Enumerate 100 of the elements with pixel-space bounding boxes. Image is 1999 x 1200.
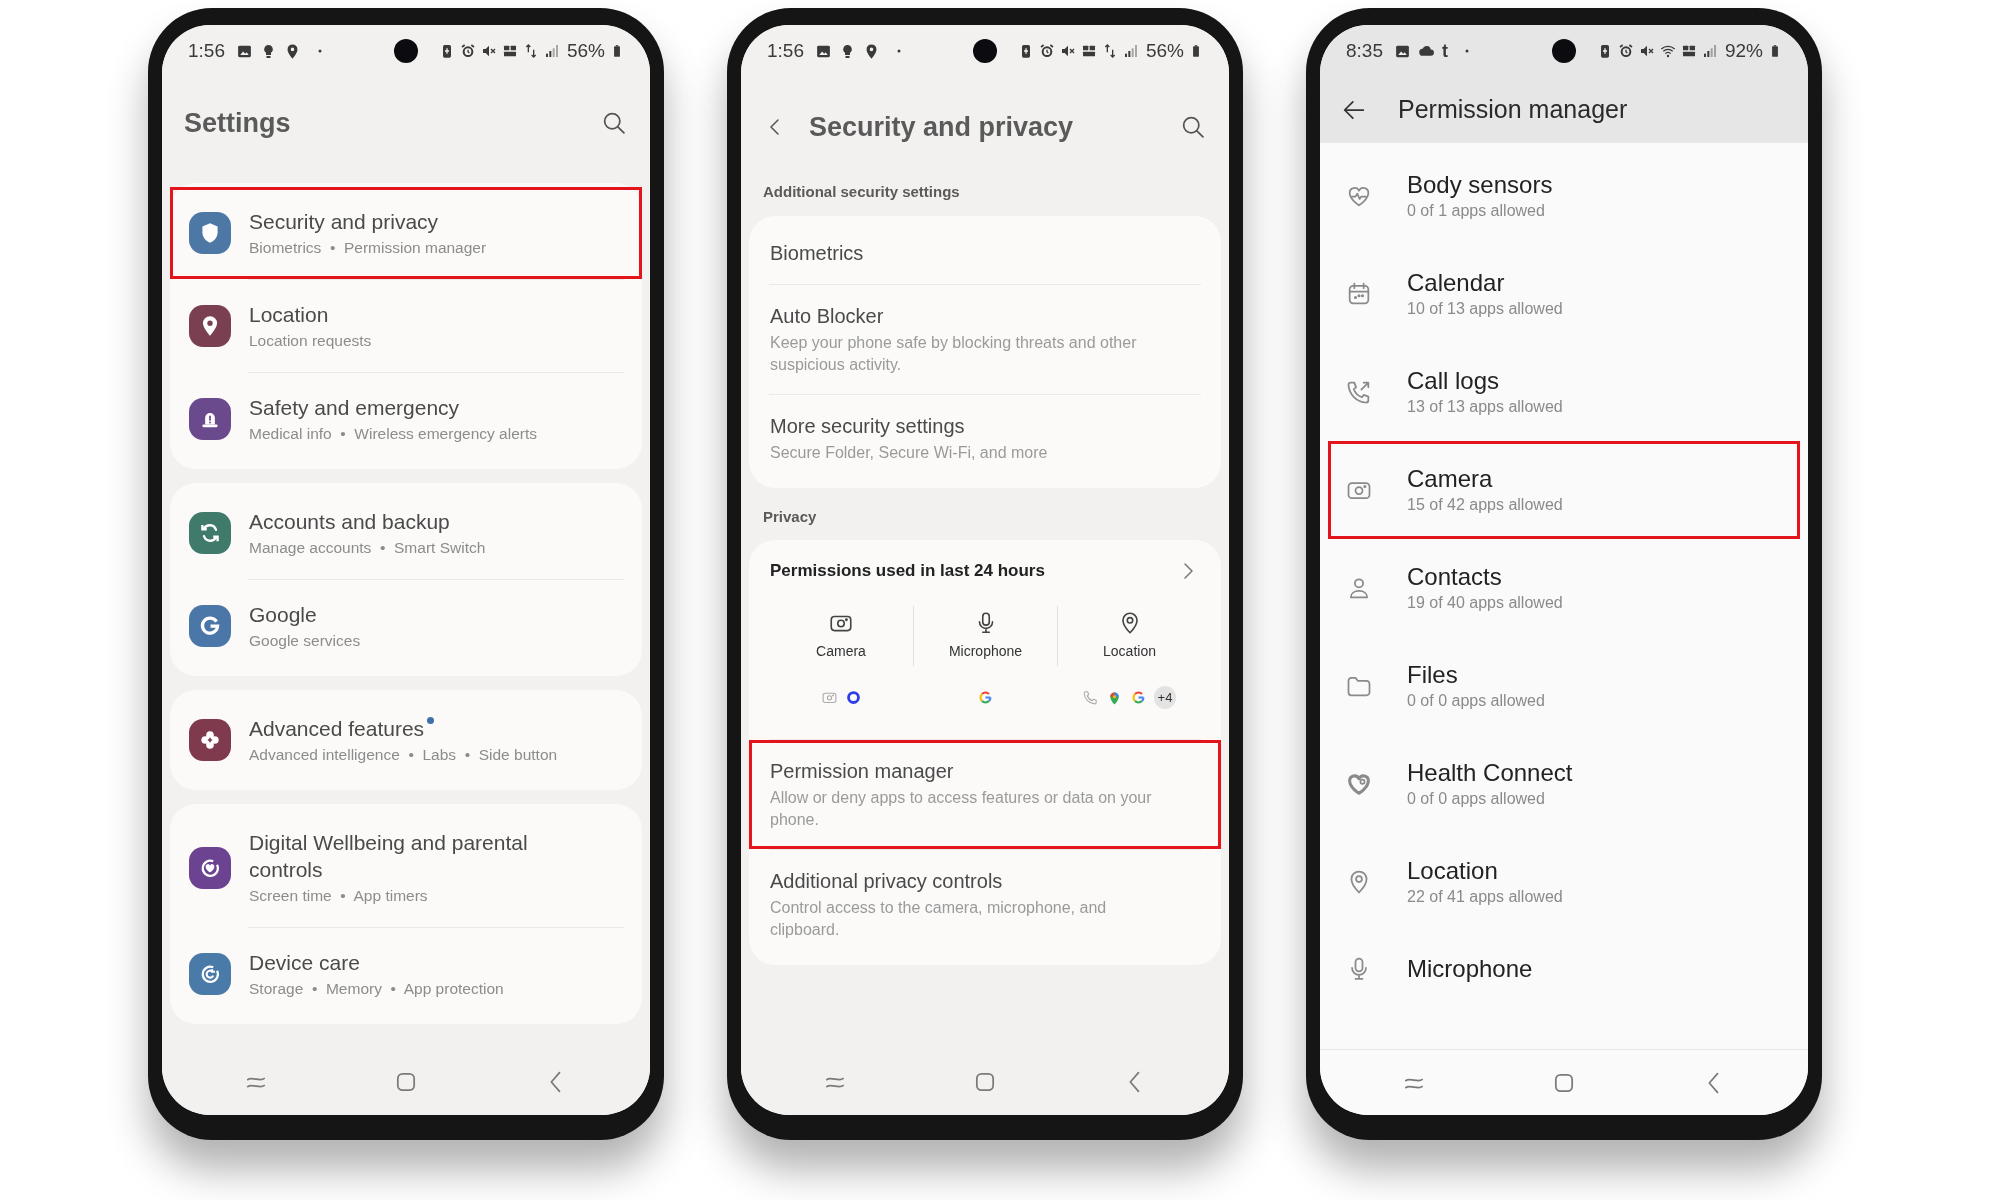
mute-icon (1638, 43, 1655, 59)
permission-item[interactable]: Camera 15 of 42 apps allowed (1328, 441, 1800, 539)
wifi-icon (1659, 43, 1676, 59)
item-subtitle: 10 of 13 apps allowed (1407, 299, 1563, 319)
item-subtitle: Medical info • Wireless emergency alerts (249, 424, 537, 444)
network-status-icon (1680, 43, 1697, 59)
settings-item[interactable]: Accounts and backup Manage accounts • Smart Switch (170, 487, 642, 579)
item-title: More security settings (770, 413, 966, 439)
mute-icon (480, 43, 497, 59)
screen-title: Settings (184, 106, 291, 140)
status-time: 1:56 (767, 38, 804, 63)
settings-item[interactable]: Permission manager Allow or deny apps to access features or data on your phone. (749, 740, 1221, 849)
phone-app-icon (1081, 688, 1099, 706)
screen-title: Permission manager (1398, 94, 1628, 126)
permission-item[interactable]: Microphone (1328, 931, 1800, 1007)
settings-item[interactable]: More security settings Secure Folder, Secure Wi-Fi, and more (749, 394, 1221, 482)
category-label[interactable]: Microphone (948, 640, 1023, 662)
signal-icon (1122, 43, 1139, 59)
item-title: Files (1407, 660, 1459, 690)
alarm-icon (1617, 43, 1634, 59)
item-title: Biometrics (770, 240, 865, 266)
front-camera (973, 39, 997, 63)
permission-item[interactable]: Files 0 of 0 apps allowed (1328, 637, 1800, 735)
notification-glyph: t (1442, 42, 1448, 60)
item-title: Device care (249, 950, 360, 976)
permission-item[interactable]: Health Connect 0 of 0 apps allowed (1328, 735, 1800, 833)
item-title: Health Connect (1407, 758, 1573, 788)
item-subtitle: 0 of 1 apps allowed (1407, 201, 1546, 221)
g-app-icon (976, 688, 994, 706)
item-subtitle: Secure Folder, Secure Wi-Fi, and more (770, 442, 1049, 463)
item-title: Safety and emergency (249, 395, 460, 421)
front-camera (1552, 39, 1576, 63)
item-subtitle: Control access to the camera, microphone, and clipboard. (770, 898, 1108, 940)
item-title: Permission manager (770, 759, 955, 784)
item-subtitle: Location requests (249, 331, 372, 351)
usage-title: Permissions used in last 24 hours (770, 560, 1045, 582)
item-title: Digital Wellbeing and parental controls (249, 830, 529, 883)
item-subtitle: Screen time • App timers (249, 886, 429, 906)
item-subtitle: 0 of 0 apps allowed (1407, 789, 1546, 809)
more-apps-count: +4 (1153, 685, 1177, 709)
item-subtitle: Storage • Memory • App protection (249, 979, 504, 999)
permission-item[interactable]: Location 22 of 41 apps allowed (1328, 833, 1800, 931)
permission-item[interactable]: Contacts 19 of 40 apps allowed (1328, 539, 1800, 637)
item-title: Calendar (1407, 268, 1506, 298)
mute-icon (1059, 43, 1076, 59)
item-title: Security and privacy (249, 209, 439, 235)
item-subtitle: Google services (249, 631, 361, 651)
item-title: Camera (1407, 464, 1494, 494)
network-status-icon (1080, 43, 1097, 59)
settings-item[interactable]: Location Location requests (170, 280, 642, 372)
screen-title: Security and privacy (809, 110, 1074, 144)
status-time: 8:35 (1346, 38, 1383, 63)
settings-item[interactable]: Device care Storage • Memory • App protection (170, 928, 642, 1020)
item-title: Auto Blocker (770, 303, 885, 329)
item-subtitle: 0 of 0 apps allowed (1407, 691, 1545, 711)
item-title: Contacts (1407, 562, 1503, 592)
item-title: Location (249, 302, 329, 328)
settings-item[interactable]: Security and privacy Biometrics • Permission manager (170, 187, 642, 279)
settings-item[interactable]: Biometrics (749, 221, 1221, 284)
item-subtitle: 15 of 42 apps allowed (1407, 495, 1563, 515)
category-label[interactable]: Location (1103, 640, 1156, 662)
category-label[interactable]: Camera (816, 640, 866, 662)
status-time: 1:56 (188, 38, 225, 63)
item-subtitle: Advanced intelligence • Labs • Side button (249, 745, 558, 765)
item-subtitle: 22 of 41 apps allowed (1407, 887, 1563, 907)
settings-item[interactable]: Advanced features Advanced intelligence • Labs • Side button (170, 694, 642, 786)
g-app-icon (1129, 688, 1147, 706)
signal-icon (543, 43, 560, 59)
item-subtitle: 19 of 40 apps allowed (1407, 593, 1563, 613)
battery-percent: 92% (1724, 38, 1763, 63)
alarm-icon (1038, 43, 1055, 59)
item-title: Location (1407, 856, 1499, 886)
item-title: Body sensors (1407, 170, 1553, 200)
front-camera (394, 39, 418, 63)
signal-icon (1701, 43, 1718, 59)
network-status-icon (501, 43, 518, 59)
permission-item[interactable]: Calendar 10 of 13 apps allowed (1328, 245, 1800, 343)
item-title: Google (249, 602, 317, 628)
alarm-icon (459, 43, 476, 59)
item-title: Microphone (1407, 954, 1533, 984)
item-subtitle: Keep your phone safe by blocking threats and other suspicious activity. (770, 332, 1138, 375)
item-subtitle: Allow or deny apps to access features or data on your phone. (770, 788, 1153, 830)
settings-item[interactable]: Auto Blocker Keep your phone safe by blocking threats and other suspicious activity. (749, 284, 1221, 394)
item-subtitle: Manage accounts • Smart Switch (249, 538, 486, 558)
item-title: Advanced features (249, 716, 425, 742)
section-header: Privacy (762, 506, 818, 527)
settings-item[interactable]: Google Google services (170, 580, 642, 672)
settings-item[interactable]: Safety and emergency Medical info • Wireless emergency alerts (170, 373, 642, 465)
item-subtitle: 13 of 13 apps allowed (1407, 397, 1563, 417)
settings-item[interactable]: Digital Wellbeing and parental controls Screen time • App timers (170, 808, 642, 927)
item-subtitle: Biometrics • Permission manager (249, 238, 487, 258)
item-title: Accounts and backup (249, 509, 450, 535)
permission-item[interactable]: Body sensors 0 of 1 apps allowed (1328, 147, 1800, 245)
battery-percent: 56% (566, 38, 605, 63)
permission-item[interactable]: Call logs 13 of 13 apps allowed (1328, 343, 1800, 441)
item-title: Call logs (1407, 366, 1501, 396)
settings-item[interactable]: Additional privacy controls Control access to the camera, microphone, and clipboard. (749, 850, 1221, 959)
item-title: Additional privacy controls (770, 869, 1004, 894)
ring-app-icon (844, 688, 862, 706)
battery-percent: 56% (1145, 38, 1184, 63)
